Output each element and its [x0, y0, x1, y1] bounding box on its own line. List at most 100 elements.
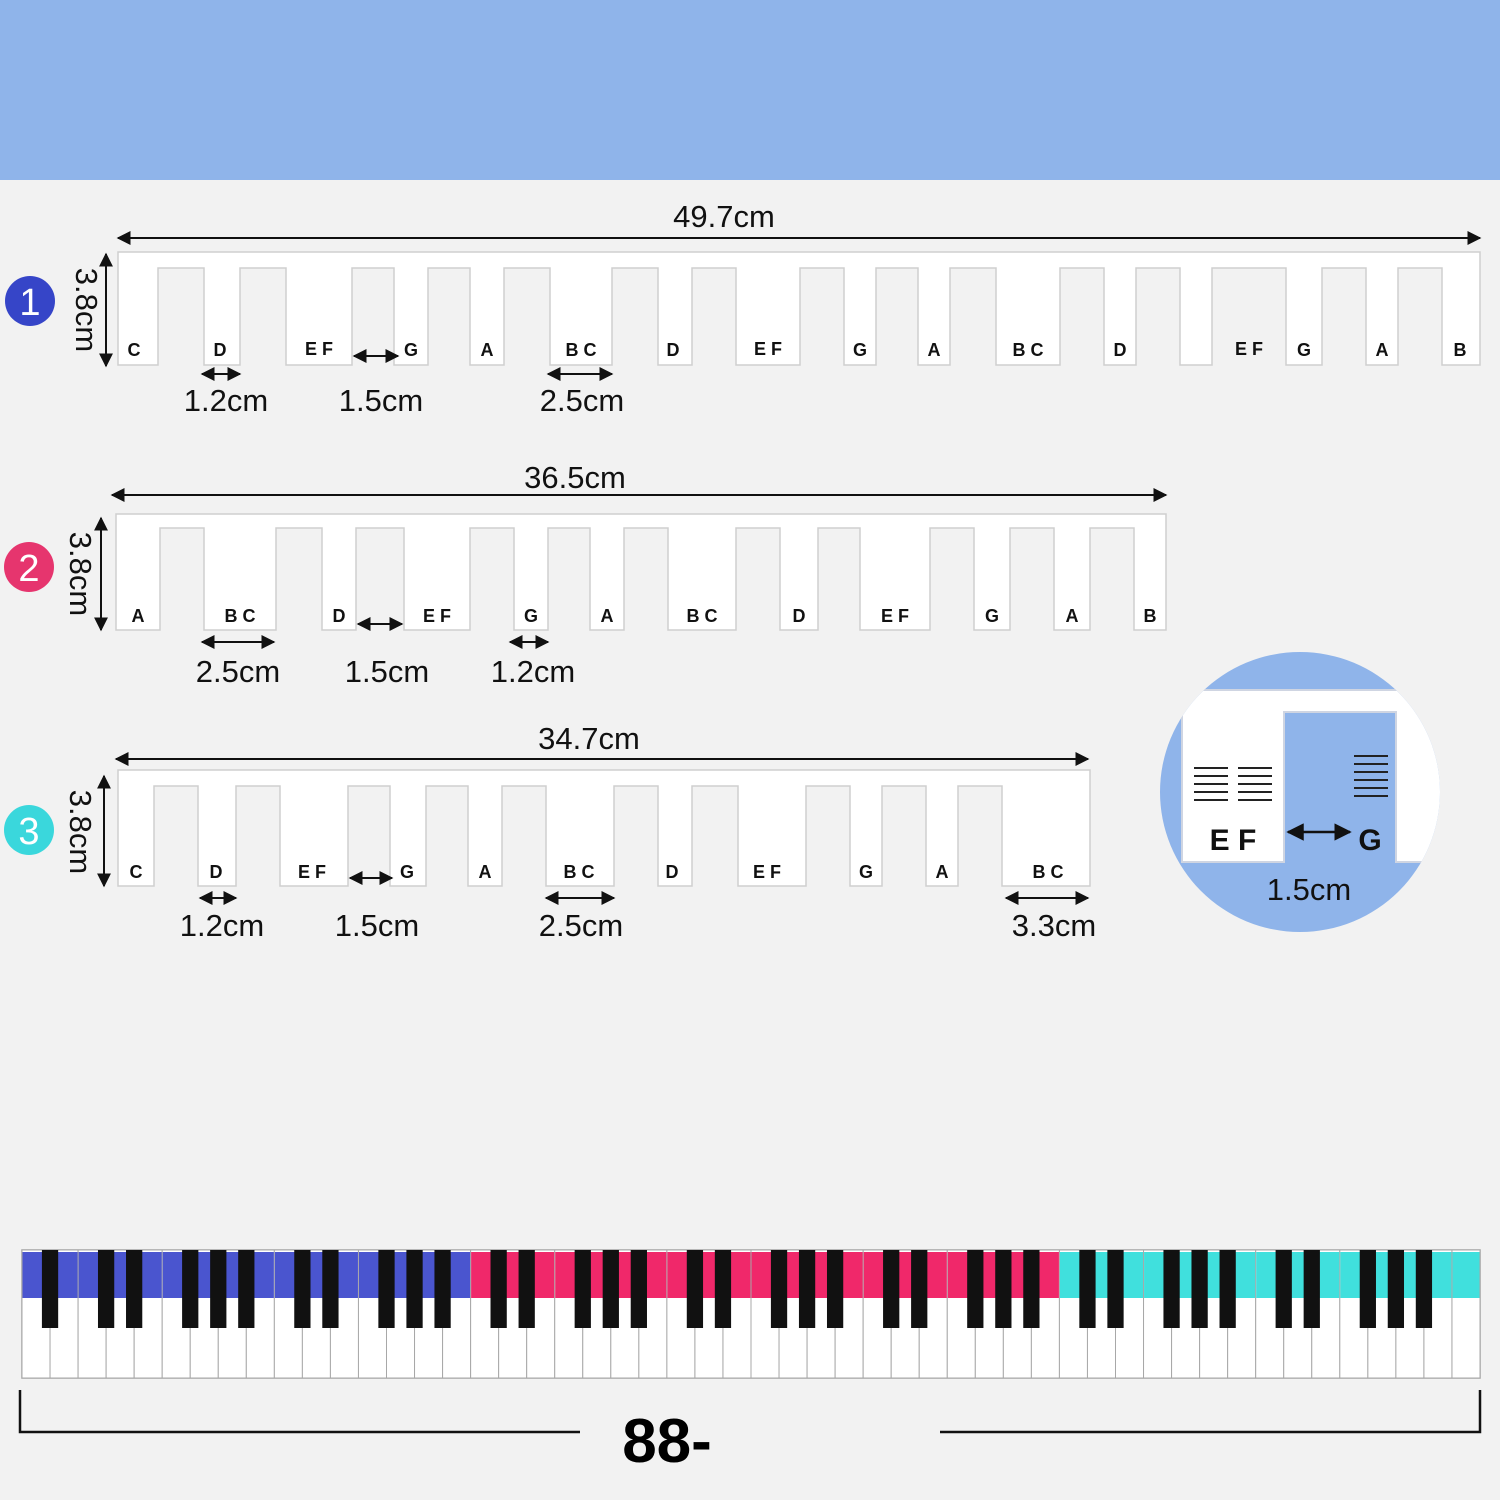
strip-2-height-label: 3.8cm: [63, 532, 98, 616]
strip-3-note-1: C: [130, 862, 143, 882]
black-key: [602, 1250, 619, 1328]
strip-2-note-3: D: [333, 606, 346, 626]
black-key: [1303, 1250, 1320, 1328]
strip-1-dim-label-2: 1.5cm: [339, 383, 423, 418]
strip-3-dim-label-1: 1.2cm: [180, 908, 264, 943]
zoom-inset: E F G 1.5cm: [1160, 652, 1440, 932]
strip-1-note-5: A: [481, 340, 494, 360]
strip-3-note-2: D: [210, 862, 223, 882]
zoom-gap-label: 1.5cm: [1267, 872, 1351, 907]
black-key: [770, 1250, 788, 1328]
strip-2-note-1: A: [132, 606, 145, 626]
sticker-band: [1452, 1252, 1480, 1298]
black-key: [883, 1250, 900, 1328]
strip-1-note-8: E F: [754, 339, 782, 359]
strip-3: 34.7cm 3.8cm 3 C D E F G A B C D E F G A…: [4, 721, 1096, 943]
strip-2-body: [115, 513, 1167, 631]
black-key: [1359, 1250, 1376, 1328]
strip-3-note-11: B C: [1033, 862, 1064, 882]
black-key: [714, 1250, 732, 1328]
strip-2-note-10: G: [985, 606, 999, 626]
black-key: [1387, 1250, 1405, 1328]
key-count-label: 88-: [622, 1407, 712, 1476]
strip-3-note-5: A: [479, 862, 492, 882]
black-key: [406, 1250, 423, 1328]
strip-1-height-label: 3.8cm: [69, 268, 104, 352]
black-key: [630, 1250, 647, 1328]
strip-2-note-11: A: [1066, 606, 1079, 626]
strip-3-note-4: G: [400, 862, 414, 882]
strip-1-badge-number: 1: [19, 282, 40, 324]
strip-1-note-7: D: [667, 340, 680, 360]
strip-1-note-15: A: [1376, 340, 1389, 360]
zoom-right-note: G: [1358, 824, 1381, 857]
black-key: [294, 1250, 311, 1328]
black-key: [1191, 1250, 1208, 1328]
black-key: [1415, 1250, 1433, 1328]
strip-1-dim-label-1: 1.2cm: [184, 383, 268, 418]
strip-1-note-16: B: [1454, 340, 1467, 360]
zoom-left-notes: E F: [1210, 824, 1257, 857]
black-key: [1275, 1250, 1292, 1328]
strip-1-note-4: G: [404, 340, 418, 360]
black-key: [686, 1250, 704, 1328]
key-count-bracket: 88-: [18, 1390, 1482, 1476]
strip-2: 36.5cm 3.8cm 2 A B C D E F G A B C D E F…: [4, 460, 1168, 689]
strip-1-note-12: D: [1114, 340, 1127, 360]
strip-3-note-7: D: [666, 862, 679, 882]
black-key: [238, 1250, 255, 1328]
strip-2-dim-label-1: 2.5cm: [196, 654, 280, 689]
strip-2-dim-label-3: 1.2cm: [491, 654, 575, 689]
strip-1-dim-label-3: 2.5cm: [540, 383, 624, 418]
strip-2-note-6: A: [601, 606, 614, 626]
strip-1-note-11: B C: [1013, 340, 1044, 360]
strip-1-note-6: B C: [566, 340, 597, 360]
black-key: [126, 1250, 143, 1328]
black-key: [41, 1250, 59, 1328]
strip-2-note-5: G: [524, 606, 538, 626]
strip-3-length-label: 34.7cm: [538, 721, 640, 756]
strip-2-note-9: E F: [881, 606, 909, 626]
strip-1-note-2: D: [214, 340, 227, 360]
strip-1: 49.7cm 3.8cm 1 C D E F G A B C D E F G A…: [5, 199, 1482, 418]
strip-3-dim-label-4: 3.3cm: [1012, 908, 1096, 943]
black-key: [826, 1250, 844, 1328]
black-key: [378, 1250, 395, 1328]
strip-3-note-10: A: [936, 862, 949, 882]
strip-2-note-2: B C: [225, 606, 256, 626]
black-key: [1023, 1250, 1040, 1328]
strip-2-dim-label-2: 1.5cm: [345, 654, 429, 689]
strip-3-badge-number: 3: [18, 811, 39, 853]
strip-3-note-3: E F: [298, 862, 326, 882]
strip-2-length-label: 36.5cm: [524, 460, 626, 495]
black-key: [967, 1250, 984, 1328]
strip-2-note-7: B C: [687, 606, 718, 626]
black-key: [182, 1250, 199, 1328]
black-key: [1107, 1250, 1124, 1328]
strip-3-dim-label-2: 1.5cm: [335, 908, 419, 943]
strip-2-note-4: E F: [423, 606, 451, 626]
black-key: [574, 1250, 591, 1328]
strip-1-note-3: E F: [305, 339, 333, 359]
strip-1-note-1: C: [128, 340, 141, 360]
strip-1-note-9: G: [853, 340, 867, 360]
strip-3-note-6: B C: [564, 862, 595, 882]
strip-3-height-label: 3.8cm: [63, 790, 98, 874]
strip-2-badge-number: 2: [18, 548, 39, 590]
bracket-left: [18, 1390, 580, 1434]
strip-3-dim-label-3: 2.5cm: [539, 908, 623, 943]
black-key: [911, 1250, 928, 1328]
black-key: [1079, 1250, 1096, 1328]
black-key: [1163, 1250, 1180, 1328]
diagram-canvas: 49.7cm 3.8cm 1 C D E F G A B C D E F G A…: [4, 199, 1482, 1476]
strip-1-note-13: E F: [1235, 339, 1263, 359]
bracket-right: [940, 1390, 1482, 1434]
strip-1-note-14: G: [1297, 340, 1311, 360]
strip-3-note-9: G: [859, 862, 873, 882]
black-key: [518, 1250, 535, 1328]
black-key: [322, 1250, 339, 1328]
black-key: [1219, 1250, 1236, 1328]
strip-2-note-8: D: [793, 606, 806, 626]
strip-3-note-8: E F: [753, 862, 781, 882]
black-key: [434, 1250, 451, 1328]
